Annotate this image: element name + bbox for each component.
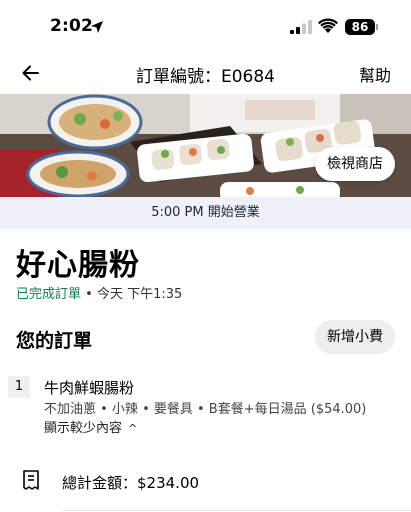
item-name: 牛肉鮮蝦腸粉: [44, 379, 135, 397]
order-completed-label: 已完成訂單: [16, 287, 82, 302]
battery-tip: [376, 24, 378, 30]
nav-bar: 訂單編號：E0684 幫助: [0, 52, 411, 94]
store-name: 好心腸粉: [16, 248, 140, 283]
divider: [62, 510, 411, 511]
order-total: 總計金額：$234.00: [62, 474, 200, 492]
cellular-signal-icon: [290, 20, 312, 34]
page-title: 訂單編號：E0684: [135, 67, 275, 87]
add-tip-button[interactable]: 新增小費: [315, 320, 395, 354]
status-time: 2:02: [50, 16, 94, 36]
store-hero-image: [0, 94, 411, 197]
food-photo: [0, 94, 411, 197]
wifi-icon: [318, 18, 338, 33]
item-quantity: 1: [8, 376, 30, 398]
view-store-button[interactable]: 檢視商店: [315, 147, 395, 181]
receipt-icon: [23, 470, 39, 490]
item-options: 不加油蔥 • 小辣 • 要餐具 • B套餐+每日湯品 ($54.00): [44, 402, 367, 417]
location-arrow-icon: [91, 21, 103, 33]
opening-hours-banner: 5:00 PM 開始營業: [0, 197, 411, 229]
battery-indicator: 86: [345, 19, 375, 35]
chevron-up-icon: ^: [128, 422, 138, 435]
show-less-toggle[interactable]: 顯示較少內容 ^: [44, 417, 137, 436]
status-bar: 2:02 86: [0, 0, 411, 52]
order-time: • 今天 下午1:35: [81, 287, 183, 302]
order-status: 已完成訂單 • 今天 下午1:35: [16, 283, 182, 302]
help-button[interactable]: 幫助: [359, 62, 391, 86]
your-order-heading: 您的訂單: [16, 330, 93, 352]
show-less-label: 顯示較少內容: [44, 421, 123, 436]
